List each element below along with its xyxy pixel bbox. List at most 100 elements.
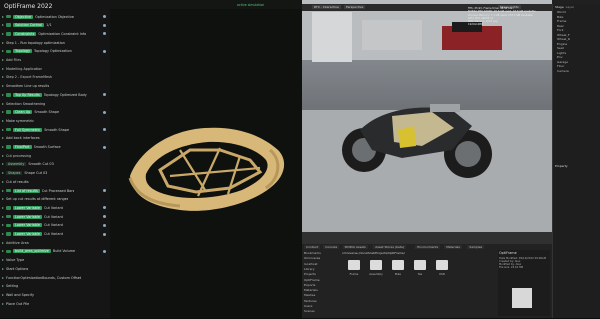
workflow-row[interactable]: Add Files — [2, 58, 106, 63]
toggle-icon[interactable] — [6, 14, 11, 19]
toggle-icon[interactable] — [6, 188, 11, 193]
expand-triangle-icon[interactable] — [2, 267, 4, 270]
workflow-row[interactable]: Topology Topology Optimization — [2, 49, 106, 54]
expand-triangle-icon[interactable] — [2, 302, 4, 305]
tree-item[interactable]: Library — [304, 267, 315, 271]
expand-triangle-icon[interactable] — [2, 85, 4, 88]
camera-button[interactable]: RTX - Interactive — [312, 5, 341, 9]
expand-triangle-icon[interactable] — [2, 206, 4, 209]
expand-triangle-icon[interactable] — [2, 76, 4, 79]
workflow-row[interactable]: Solution Control 1/1 — [2, 23, 106, 28]
content-tab[interactable]: Asset Stores (beta) — [373, 245, 407, 249]
workflow-row[interactable]: Modelling Application — [2, 66, 106, 71]
expand-triangle-icon[interactable] — [2, 198, 4, 201]
tab-layer[interactable]: Layer — [566, 5, 574, 9]
tree-item[interactable]: Materials — [304, 288, 318, 292]
expand-triangle-icon[interactable] — [2, 67, 4, 70]
tree-item[interactable]: Meshes — [304, 293, 315, 297]
workflow-row[interactable]: Make symmetric — [2, 118, 106, 123]
expand-triangle-icon[interactable] — [2, 180, 4, 183]
workflow-row[interactable]: Additive Area — [2, 240, 106, 245]
tree-item[interactable]: localhost — [304, 262, 317, 266]
workflow-row[interactable]: Smoothen Line up results — [2, 84, 106, 89]
folder-icon[interactable] — [348, 260, 360, 270]
expand-triangle-icon[interactable] — [2, 224, 4, 227]
workflow-row[interactable]: Selection Smoothening — [2, 101, 106, 106]
property-tab[interactable]: Property — [555, 164, 568, 168]
stage-item[interactable]: Camera — [557, 69, 600, 74]
workflow-row[interactable]: Lower Variable Cut Variant — [2, 232, 106, 237]
workflow-row[interactable]: Add back interfaces — [2, 136, 106, 141]
workflow-row[interactable]: Lower Variable Cut Variant — [2, 205, 106, 210]
workflow-row[interactable]: Cut of results — [2, 179, 106, 184]
path-bar[interactable]: omniverse://localhost/Projects/OptiFrame… — [342, 251, 405, 255]
expand-triangle-icon[interactable] — [2, 250, 4, 253]
workflow-row[interactable]: Lower Variable Cut Variant — [2, 223, 106, 228]
expand-triangle-icon[interactable] — [2, 163, 4, 166]
workflow-row[interactable]: List of results Cut Processed Bars — [2, 188, 106, 193]
toggle-icon[interactable] — [6, 214, 11, 219]
expand-triangle-icon[interactable] — [2, 285, 4, 288]
toggle-icon[interactable] — [6, 232, 11, 236]
workflow-row[interactable]: Value Type — [2, 258, 106, 263]
frame-viewport[interactable] — [110, 0, 303, 318]
workflow-row[interactable]: Start Options — [2, 266, 106, 271]
workflow-row[interactable]: FinalPart Smooth Surface — [2, 145, 106, 150]
expand-triangle-icon[interactable] — [2, 293, 4, 296]
expand-triangle-icon[interactable] — [2, 259, 4, 262]
toggle-icon[interactable] — [6, 110, 11, 114]
workflow-row[interactable]: Step 1 - Run topology optimization — [2, 40, 106, 45]
expand-triangle-icon[interactable] — [2, 154, 4, 157]
tree-item[interactable]: OptiFrame — [304, 278, 320, 282]
content-tab[interactable]: Console — [323, 245, 340, 249]
expand-triangle-icon[interactable] — [2, 233, 4, 235]
expand-triangle-icon[interactable] — [2, 32, 4, 35]
workflow-row[interactable]: Function OptimizationBounds, Custom Offs… — [2, 275, 106, 280]
expand-triangle-icon[interactable] — [2, 119, 4, 122]
workflow-row[interactable]: Set up cut results at different ranges — [2, 197, 106, 202]
workflow-row[interactable]: Clean Up Smooth Shape — [2, 110, 106, 115]
tree-item[interactable]: Projects — [304, 272, 316, 276]
expand-triangle-icon[interactable] — [2, 137, 4, 140]
expand-triangle-icon[interactable] — [2, 189, 4, 192]
expand-triangle-icon[interactable] — [2, 50, 4, 53]
workflow-row[interactable]: Objective Optimization Objective — [2, 14, 106, 19]
content-tab[interactable]: Materials — [444, 245, 462, 249]
tree-item[interactable]: Textures — [304, 299, 317, 303]
workflow-row[interactable]: build_area_optimize Build Volume — [2, 249, 106, 254]
expand-triangle-icon[interactable] — [2, 146, 4, 148]
folder-icon[interactable] — [436, 260, 448, 270]
content-tab[interactable]: NVIDIA Assets — [342, 245, 368, 249]
tree-item[interactable]: Omniverse — [304, 256, 320, 260]
toggle-icon[interactable] — [6, 127, 11, 132]
folder-icon[interactable] — [392, 260, 404, 270]
expand-triangle-icon[interactable] — [2, 128, 4, 131]
tree-item[interactable]: Scenes — [304, 309, 315, 313]
toggle-icon[interactable] — [6, 93, 11, 97]
workflow-row[interactable]: Top Up Results Topology Optimized Body — [2, 92, 106, 97]
workflow-row[interactable]: Step 2 - Export FrameMesh — [2, 75, 106, 80]
toggle-icon[interactable] — [6, 223, 11, 228]
expand-triangle-icon[interactable] — [2, 102, 4, 105]
expand-triangle-icon[interactable] — [2, 276, 4, 279]
workflow-row[interactable]: Wall and Specify — [2, 292, 106, 297]
expand-triangle-icon[interactable] — [2, 59, 4, 61]
workflow-row[interactable]: Full Symmetric Smooth Shape — [2, 127, 106, 132]
render-viewport[interactable] — [302, 0, 552, 244]
tree-item[interactable]: Exports — [304, 283, 315, 287]
toggle-icon[interactable] — [6, 249, 11, 254]
content-tab[interactable]: Content — [304, 245, 320, 249]
expand-triangle-icon[interactable] — [2, 15, 4, 18]
expand-triangle-icon[interactable] — [2, 215, 4, 218]
expand-triangle-icon[interactable] — [2, 93, 4, 96]
toggle-icon[interactable] — [6, 145, 11, 149]
view-button[interactable]: Perspective — [344, 5, 366, 9]
folder-icon[interactable] — [414, 260, 426, 270]
workflow-row[interactable]: Setting — [2, 284, 106, 289]
expand-triangle-icon[interactable] — [2, 41, 4, 44]
workflow-row[interactable]: Assembly Smooth Cut 03 — [2, 162, 106, 167]
content-tab[interactable]: Environments — [415, 245, 441, 249]
expand-triangle-icon[interactable] — [2, 241, 4, 244]
tree-item[interactable]: Users — [304, 304, 312, 308]
workflow-row[interactable]: Cut processing — [2, 153, 106, 158]
